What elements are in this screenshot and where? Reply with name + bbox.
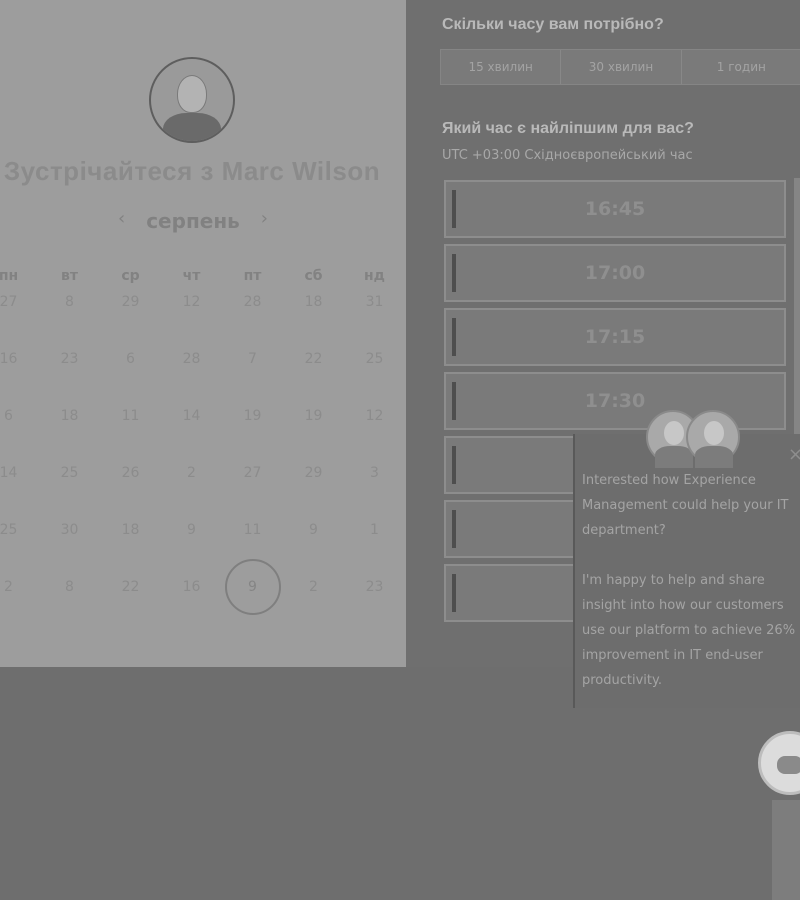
chevron-left-icon[interactable]: ‹ (118, 208, 125, 229)
chat-bubble-icon (777, 756, 800, 774)
calendar-panel: Зустрічайтеся з Marc Wilson ‹ серпень › … (0, 0, 406, 667)
weekday-label: вт (61, 268, 78, 284)
calendar-day[interactable]: 16 (161, 575, 222, 632)
month-navigation: ‹ серпень › (118, 208, 268, 234)
calendar-day[interactable]: 31 (344, 290, 405, 347)
time-slot-label: 17:00 (584, 262, 646, 284)
calendar-week: 6 18 11 14 19 19 12 (0, 404, 408, 461)
weekday-label: чт (182, 268, 201, 284)
weekday-label: ср (121, 268, 140, 284)
calendar-day[interactable]: 14 (0, 461, 39, 518)
calendar-day[interactable]: 25 (344, 347, 405, 404)
meeting-title: Зустрічайтеся з Marc Wilson (3, 156, 381, 186)
calendar-day[interactable]: 22 (283, 347, 344, 404)
weekday-label: пн (0, 268, 19, 284)
calendar-day[interactable]: 18 (283, 290, 344, 347)
chat-launcher-button[interactable] (758, 731, 800, 795)
selected-day-label: 9 (224, 559, 281, 615)
calendar-day[interactable]: 3 (344, 461, 405, 518)
calendar-day[interactable]: 6 (100, 347, 161, 404)
calendar-day[interactable]: 19 (222, 404, 283, 461)
calendar-day[interactable]: 8 (39, 575, 100, 632)
calendar-day[interactable]: 18 (100, 518, 161, 575)
calendar-day[interactable]: 14 (161, 404, 222, 461)
calendar-day[interactable]: 9 (283, 518, 344, 575)
weekday-label: сб (304, 268, 323, 284)
calendar-day[interactable]: 27 (222, 461, 283, 518)
time-question: Який час є найліпшим для вас? (442, 120, 694, 137)
time-slot[interactable]: 17:00 (444, 244, 786, 302)
calendar-day[interactable]: 29 (283, 461, 344, 518)
calendar-day[interactable]: 22 (100, 575, 161, 632)
calendar-day[interactable]: 19 (283, 404, 344, 461)
calendar-day[interactable]: 7 (222, 347, 283, 404)
calendar-day[interactable]: 12 (161, 290, 222, 347)
calendar-day[interactable]: 16 (0, 347, 39, 404)
chat-message-text: Interested how Experience Management cou… (582, 473, 789, 538)
host-avatar (149, 57, 235, 143)
calendar-week: 25 30 18 9 11 9 1 (0, 518, 408, 575)
duration-option-60[interactable]: 1 годин (682, 50, 800, 84)
weekday-label: нд (364, 268, 385, 284)
chat-agent-avatars (646, 410, 746, 468)
weekday-header: пн вт ср чт пт сб нд (0, 268, 408, 288)
duration-option-30[interactable]: 30 хвилин (561, 50, 682, 84)
close-icon[interactable]: × (788, 444, 800, 465)
calendar-day[interactable]: 25 (39, 461, 100, 518)
calendar-day[interactable]: 30 (39, 518, 100, 575)
calendar-day[interactable]: 8 (39, 290, 100, 347)
calendar-day[interactable]: 28 (222, 290, 283, 347)
calendar-day[interactable]: 28 (161, 347, 222, 404)
time-slot-label: 16:45 (584, 198, 646, 220)
calendar-day[interactable]: 26 (100, 461, 161, 518)
calendar-day[interactable]: 1 (344, 518, 405, 575)
calendar-week: 2 8 22 16 9 2 23 (0, 559, 408, 632)
chevron-right-icon[interactable]: › (261, 208, 268, 229)
duration-question: Скільки часу вам потрібно? (442, 16, 664, 33)
month-label: серпень (146, 209, 240, 233)
side-strip (772, 800, 800, 900)
calendar-day[interactable]: 6 (0, 404, 39, 461)
calendar-day[interactable]: 23 (39, 347, 100, 404)
calendar-day[interactable]: 18 (39, 404, 100, 461)
calendar-day[interactable]: 9 (161, 518, 222, 575)
calendar-grid: 27 8 29 12 28 18 31 16 23 6 28 7 22 25 6… (0, 290, 408, 632)
calendar-day[interactable]: 2 (161, 461, 222, 518)
time-slot-label: 17:15 (584, 326, 646, 348)
chat-message-text: I'm happy to help and share insight into… (582, 573, 796, 688)
chat-message: Interested how Experience Management cou… (582, 468, 800, 718)
calendar-week: 27 8 29 12 28 18 31 (0, 290, 408, 347)
calendar-week: 14 25 26 2 27 29 3 (0, 461, 408, 518)
duration-option-15[interactable]: 15 хвилин (441, 50, 562, 84)
calendar-day[interactable]: 12 (344, 404, 405, 461)
weekday-label: пт (243, 268, 262, 284)
calendar-day[interactable]: 2 (283, 575, 344, 632)
calendar-week: 16 23 6 28 7 22 25 (0, 347, 408, 404)
agent-avatar (686, 410, 740, 468)
calendar-day[interactable]: 25 (0, 518, 39, 575)
calendar-day[interactable]: 2 (0, 575, 39, 632)
duration-options: 15 хвилин 30 хвилин 1 годин (440, 49, 800, 85)
time-slot[interactable]: 17:15 (444, 308, 786, 366)
calendar-day[interactable]: 23 (344, 575, 405, 632)
calendar-day[interactable]: 27 (0, 290, 39, 347)
calendar-day[interactable]: 29 (100, 290, 161, 347)
calendar-day-selected[interactable]: 9 (222, 559, 283, 632)
timezone-label[interactable]: UTC +03:00 Східноєвропейський час (442, 148, 693, 163)
calendar-day[interactable]: 11 (100, 404, 161, 461)
time-slot[interactable]: 16:45 (444, 180, 786, 238)
